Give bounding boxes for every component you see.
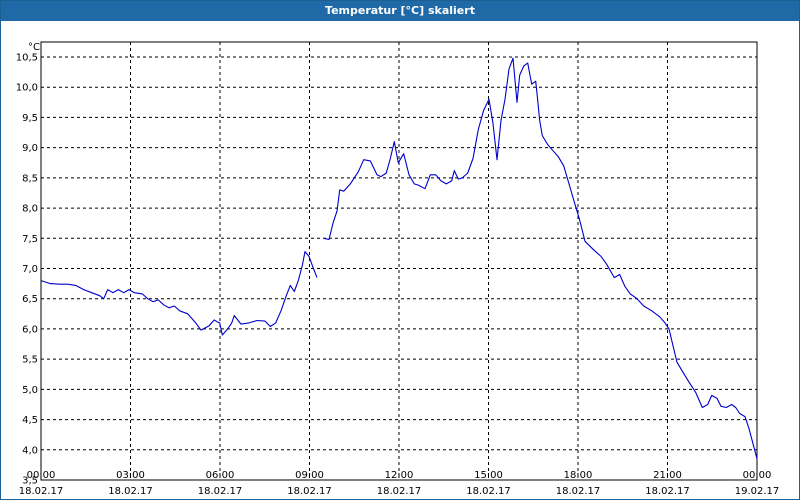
y-tick-label: 8,0 bbox=[22, 204, 38, 215]
x-tick-date-label: 18.02.17 bbox=[19, 486, 64, 497]
y-tick-label: 7,0 bbox=[22, 264, 38, 275]
y-tick-label: 5,0 bbox=[22, 385, 38, 396]
y-tick-label: 4,0 bbox=[22, 445, 38, 456]
x-tick-time-label: 12:00 bbox=[385, 470, 414, 481]
y-tick-label: 9,5 bbox=[22, 113, 38, 124]
y-tick-label: 6,0 bbox=[22, 324, 38, 335]
y-tick-label: 9,0 bbox=[22, 143, 38, 154]
x-tick-time-label: 15:00 bbox=[474, 470, 503, 481]
x-tick-time-label: 03:00 bbox=[116, 470, 145, 481]
x-tick-date-label: 19.02.17 bbox=[735, 486, 780, 497]
x-tick-date-label: 18.02.17 bbox=[645, 486, 690, 497]
y-tick-label: 6,5 bbox=[22, 294, 38, 305]
x-tick-time-label: 18:00 bbox=[564, 470, 593, 481]
x-tick-date-label: 18.02.17 bbox=[556, 486, 601, 497]
x-tick-time-label: 21:00 bbox=[653, 470, 682, 481]
x-tick-time-label: 09:00 bbox=[295, 470, 324, 481]
x-tick-date-label: 18.02.17 bbox=[377, 486, 422, 497]
window-title: Temperatur [°C] skaliert bbox=[1, 1, 799, 21]
y-axis-unit-label: °C bbox=[28, 42, 40, 53]
x-tick-time-label: 00:00 bbox=[743, 470, 772, 481]
x-tick-time-label: 06:00 bbox=[206, 470, 235, 481]
y-axis-ticks: 3,54,04,55,05,56,06,57,07,58,08,59,09,51… bbox=[16, 53, 38, 487]
y-tick-label: 5,5 bbox=[22, 355, 38, 366]
y-tick-label: 7,5 bbox=[22, 234, 38, 245]
x-tick-date-label: 18.02.17 bbox=[466, 486, 511, 497]
temperature-chart: 3,54,04,55,05,56,06,57,07,58,08,59,09,51… bbox=[16, 41, 780, 497]
y-tick-label: 10,0 bbox=[16, 83, 38, 94]
x-axis-ticks: 00:00 18.02.17 03:00 18.02.17 06:00 18.02.17 0… bbox=[19, 470, 780, 497]
x-tick-date-label: 18.02.17 bbox=[287, 486, 332, 497]
y-tick-label: 4,5 bbox=[22, 415, 38, 426]
x-tick-date-label: 18.02.17 bbox=[198, 486, 243, 497]
y-tick-label: 10,5 bbox=[16, 53, 38, 64]
chart-window: Temperatur [°C] skaliert 3,5 4,0 4,5 5,0 5,5… bbox=[0, 0, 800, 500]
y-tick-label: 8,5 bbox=[22, 173, 38, 184]
x-tick-date-label: 18.02.17 bbox=[108, 486, 153, 497]
x-tick-time-label: 00:00 bbox=[27, 470, 56, 481]
